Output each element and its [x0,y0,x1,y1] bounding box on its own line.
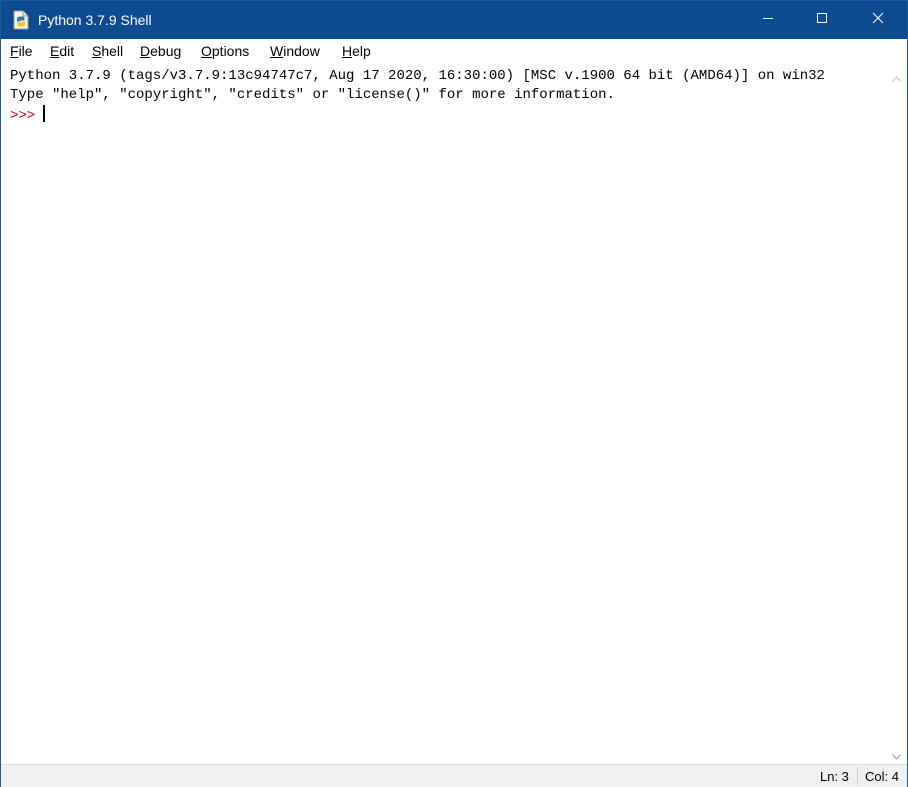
menu-window[interactable]: Window [270,43,320,59]
info-line: Type "help", "copyright", "credits" or "… [10,87,615,103]
menu-bar: File Edit Shell Debug Options Window Hel… [1,39,907,64]
line-number-status: Ln: 3 [820,769,849,784]
menu-edit[interactable]: Edit [50,43,74,59]
menu-help[interactable]: Help [342,43,371,59]
window-title: Python 3.7.9 Shell [38,12,152,28]
menu-options[interactable]: Options [201,43,249,59]
maximize-icon [816,11,828,29]
minimize-button[interactable] [745,1,791,39]
banner-line: Python 3.7.9 (tags/v3.7.9:13c94747c7, Au… [10,68,825,84]
shell-prompt: >>> [10,108,36,124]
minimize-icon [762,11,774,29]
scroll-down-arrow-icon[interactable] [892,747,901,765]
close-icon [872,11,884,29]
menu-debug[interactable]: Debug [140,43,181,59]
maximize-button[interactable] [799,1,845,39]
vertical-scrollbar[interactable] [887,63,907,764]
menu-shell[interactable]: Shell [92,43,123,59]
status-bar: Ln: 3 Col: 4 [1,764,907,787]
text-cursor [43,105,46,122]
python-idle-icon[interactable] [12,10,30,30]
column-number-status: Col: 4 [865,769,899,784]
scroll-up-arrow-icon[interactable] [892,69,901,87]
close-button[interactable] [855,1,901,39]
shell-output-area[interactable]: Python 3.7.9 (tags/v3.7.9:13c94747c7, Au… [2,63,887,764]
title-bar[interactable]: Python 3.7.9 Shell [1,1,907,39]
status-divider [857,767,858,785]
menu-file[interactable]: File [10,43,33,59]
prompt-line[interactable]: >>> [10,105,46,126]
idle-shell-window: Python 3.7.9 Shell File Edit Shell Debug… [0,0,908,787]
